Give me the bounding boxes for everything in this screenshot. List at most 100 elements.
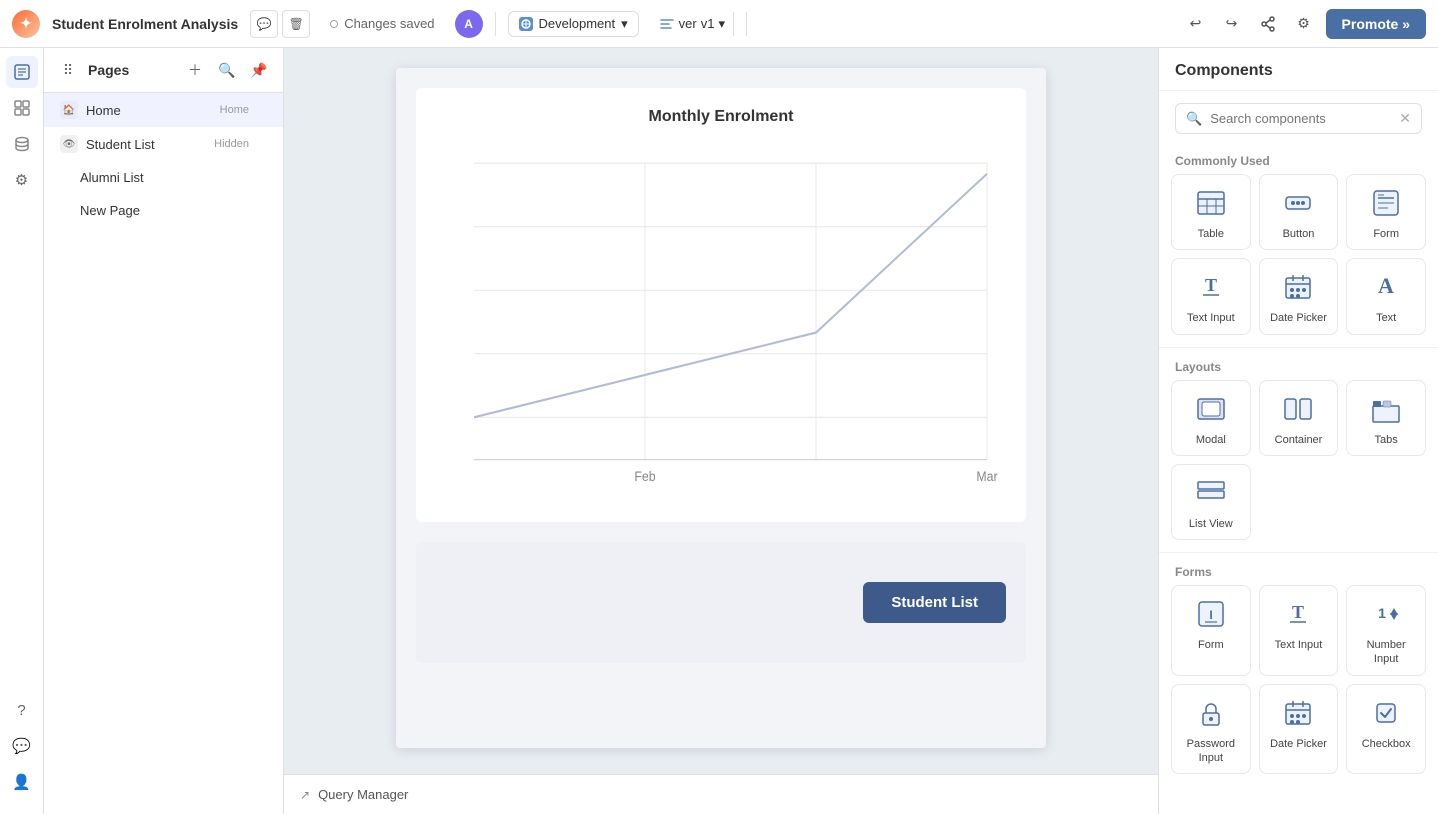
- svg-text:T: T: [1292, 602, 1304, 622]
- text-input2-label: Text Input: [1275, 638, 1323, 652]
- component-password-input[interactable]: Password Input: [1171, 684, 1251, 775]
- component-modal[interactable]: Modal: [1171, 380, 1251, 456]
- topbar: ✦ Student Enrolment Analysis 💬 🗑 Changes…: [0, 0, 1438, 48]
- component-form2[interactable]: I Form: [1171, 585, 1251, 676]
- date-picker2-icon: [1280, 695, 1316, 731]
- component-tabs[interactable]: Tabs: [1346, 380, 1426, 456]
- share-icon[interactable]: [1254, 10, 1282, 38]
- component-list-view[interactable]: List View: [1171, 464, 1251, 540]
- canvas-page: Monthly Enrolment: [396, 68, 1046, 748]
- ver-number: v1: [701, 16, 715, 31]
- component-text[interactable]: A Text: [1346, 258, 1426, 334]
- add-page-icon[interactable]: ＋: [183, 58, 207, 82]
- promote-button[interactable]: Promote »: [1326, 9, 1426, 39]
- chevron-down-icon: ▾: [621, 16, 628, 32]
- sidebar-item-components[interactable]: [6, 92, 38, 124]
- redo-icon[interactable]: ↪: [1218, 10, 1246, 38]
- commonly-used-grid: Table Button Form T Text In: [1159, 174, 1438, 343]
- component-date-picker[interactable]: Date Picker: [1259, 258, 1339, 334]
- form2-label: Form: [1198, 638, 1224, 652]
- tabs-icon: [1368, 391, 1404, 427]
- sidebar-item-data[interactable]: [6, 128, 38, 160]
- sidebar-item-chat[interactable]: 💬: [6, 730, 38, 762]
- search-bar[interactable]: 🔍 ✕: [1175, 103, 1422, 134]
- table-icon: [1193, 185, 1229, 221]
- page-item-home[interactable]: 🏠 Home Home ⋯: [44, 93, 283, 127]
- sidebar-item-settings[interactable]: ⚙: [6, 164, 38, 196]
- password-input-label: Password Input: [1178, 737, 1244, 766]
- component-container[interactable]: Container: [1259, 380, 1339, 456]
- section-label-forms: Forms: [1159, 557, 1438, 585]
- button-area: Student List: [416, 542, 1026, 663]
- modal-label: Modal: [1196, 433, 1226, 447]
- clear-search-icon[interactable]: ✕: [1399, 110, 1411, 127]
- page-name-alumni-list: Alumni List: [80, 170, 249, 185]
- component-form[interactable]: Form: [1346, 174, 1426, 250]
- svg-text:Mar: Mar: [976, 468, 998, 484]
- topbar-divider2: [746, 12, 747, 36]
- page-item-alumni-list[interactable]: Alumni List ⋯: [44, 161, 283, 194]
- form-icon: [1368, 185, 1404, 221]
- app-logo: ✦: [12, 10, 40, 38]
- search-pages-icon[interactable]: 🔍: [215, 58, 239, 82]
- page-item-new-page[interactable]: New Page ⋯: [44, 194, 283, 227]
- pages-title: Pages: [88, 62, 175, 78]
- svg-text:A: A: [1378, 273, 1394, 298]
- password-input-icon: [1193, 695, 1229, 731]
- modal-icon: [1193, 391, 1229, 427]
- text-input-label: Text Input: [1187, 311, 1235, 325]
- query-manager[interactable]: ↗ Query Manager: [284, 774, 1158, 814]
- button-label: Button: [1283, 227, 1315, 241]
- ver-label: ver: [679, 16, 697, 31]
- pin-icon[interactable]: 📌: [247, 58, 271, 82]
- form-label: Form: [1373, 227, 1399, 241]
- chevron-down-icon2: ▾: [718, 16, 725, 32]
- divider-layouts: [1159, 347, 1438, 348]
- page-item-student-list[interactable]: 👁 Student List Hidden ⋯: [44, 127, 283, 161]
- text-icon: A: [1368, 269, 1404, 305]
- chat-icon-btn[interactable]: 💬: [250, 10, 278, 38]
- canvas-area: Monthly Enrolment: [284, 48, 1158, 814]
- app-title: Student Enrolment Analysis: [52, 16, 238, 32]
- checkbox-icon: [1368, 695, 1404, 731]
- save-status: Changes saved: [330, 16, 434, 31]
- text-input-icon: T: [1193, 269, 1229, 305]
- svg-text:I: I: [1209, 608, 1212, 622]
- user-avatar: A: [455, 10, 483, 38]
- component-date-picker2[interactable]: Date Picker: [1259, 684, 1339, 775]
- sidebar-bottom: ? 💬 👤: [6, 694, 38, 806]
- component-checkbox[interactable]: Checkbox: [1346, 684, 1426, 775]
- svg-text:1: 1: [1378, 605, 1386, 621]
- svg-text:T: T: [1205, 275, 1217, 295]
- number-input-label: Number Input: [1353, 638, 1419, 667]
- settings-icon[interactable]: ⚙: [1290, 10, 1318, 38]
- component-button[interactable]: Button: [1259, 174, 1339, 250]
- list-view-icon: [1193, 475, 1229, 511]
- undo-icon[interactable]: ↩: [1182, 10, 1210, 38]
- student-list-button[interactable]: Student List: [863, 582, 1006, 623]
- search-input[interactable]: [1210, 111, 1391, 126]
- page-badge-student-list: Hidden: [214, 138, 249, 150]
- canvas-inner[interactable]: Monthly Enrolment: [284, 48, 1158, 774]
- chart-title: Monthly Enrolment: [436, 108, 1006, 126]
- sidebar-item-help[interactable]: ?: [6, 694, 38, 726]
- version-icon: [659, 16, 675, 32]
- version-selector[interactable]: ver v1 ▾: [651, 12, 734, 36]
- status-dot: [330, 20, 338, 28]
- topbar-divider1: [495, 12, 496, 36]
- component-text-input2[interactable]: T Text Input: [1259, 585, 1339, 676]
- list-view-label: List View: [1189, 517, 1233, 531]
- layouts-grid: Modal Container Tabs List: [1159, 380, 1438, 549]
- sidebar-item-user[interactable]: 👤: [6, 766, 38, 798]
- env-selector[interactable]: Development ▾: [508, 11, 639, 37]
- expand-icon: ↗: [300, 788, 310, 802]
- sidebar-item-pages[interactable]: [6, 56, 38, 88]
- table-label: Table: [1198, 227, 1224, 241]
- page-icon-student-list: 👁: [60, 135, 78, 153]
- component-text-input[interactable]: T Text Input: [1171, 258, 1251, 334]
- trash-icon-btn[interactable]: 🗑: [282, 10, 310, 38]
- text-label: Text: [1376, 311, 1396, 325]
- component-number-input[interactable]: 1 Number Input: [1346, 585, 1426, 676]
- date-picker-label: Date Picker: [1270, 311, 1327, 325]
- component-table[interactable]: Table: [1171, 174, 1251, 250]
